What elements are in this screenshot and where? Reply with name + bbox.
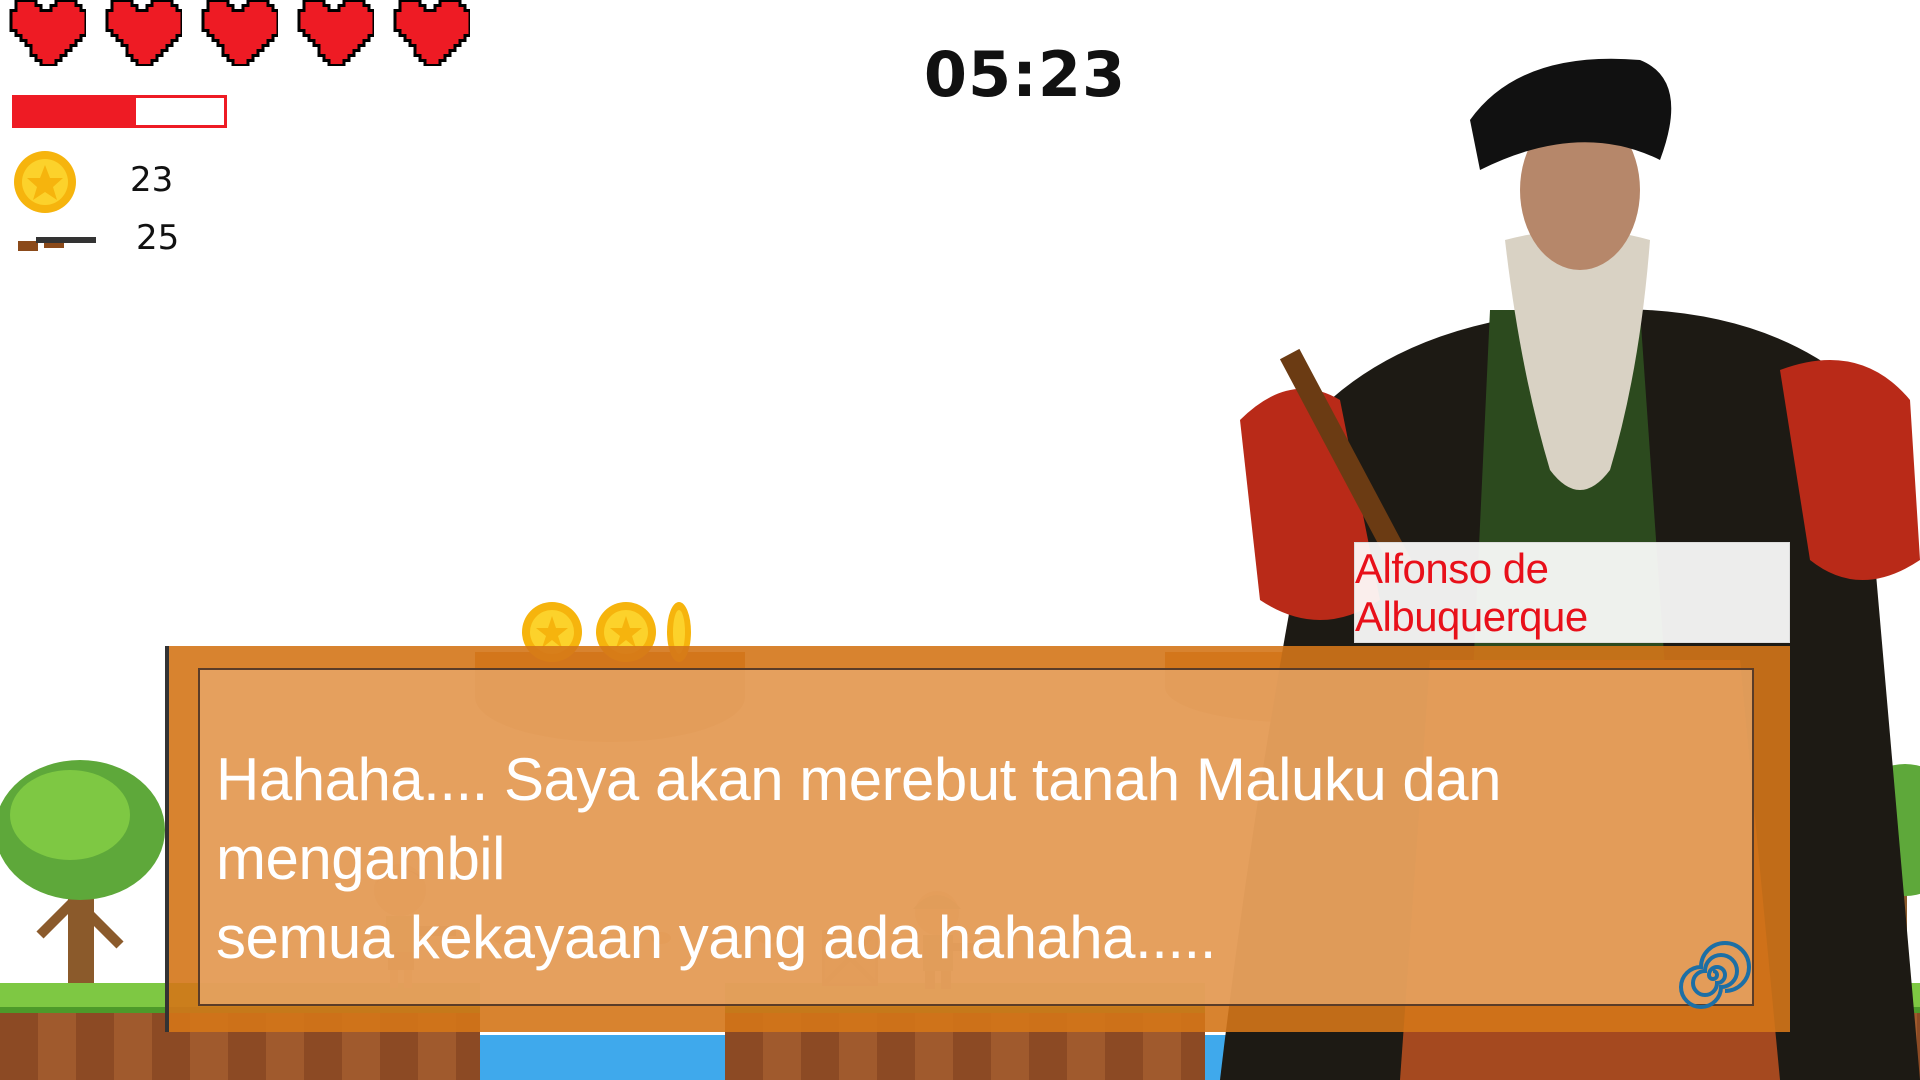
rifle-icon [18, 237, 96, 251]
heart-icon [390, 0, 470, 66]
ammo-count: 25 [136, 218, 180, 258]
next-dialog-icon [1679, 941, 1751, 1009]
heart-icon [6, 0, 86, 66]
coin-icon [14, 151, 76, 213]
tree-left [0, 760, 165, 995]
coin-counter: 23 [12, 150, 192, 214]
heart-icon [198, 0, 278, 66]
speaker-name-tag: Alfonso de Albuquerque [1354, 542, 1790, 643]
next-dialog-button[interactable] [1668, 940, 1758, 1009]
health-bar [12, 95, 227, 128]
lives-display [6, 0, 470, 66]
coin-count: 23 [130, 160, 174, 200]
heart-icon [102, 0, 182, 66]
health-bar-fill [15, 98, 137, 125]
dialog-text: Hahaha.... Saya akan merebut tanah Maluk… [216, 740, 1736, 978]
speaker-name: Alfonso de Albuquerque [1355, 544, 1588, 640]
dialog-line-1: Hahaha.... Saya akan merebut tanah Maluk… [216, 746, 1502, 893]
heart-icon [294, 0, 374, 66]
water [480, 1035, 725, 1080]
level-timer: 05:23 [923, 38, 1127, 111]
dialog-line-2: semua kekayaan yang ada hahaha..... [216, 904, 1216, 972]
ammo-counter: 25 [18, 218, 198, 262]
